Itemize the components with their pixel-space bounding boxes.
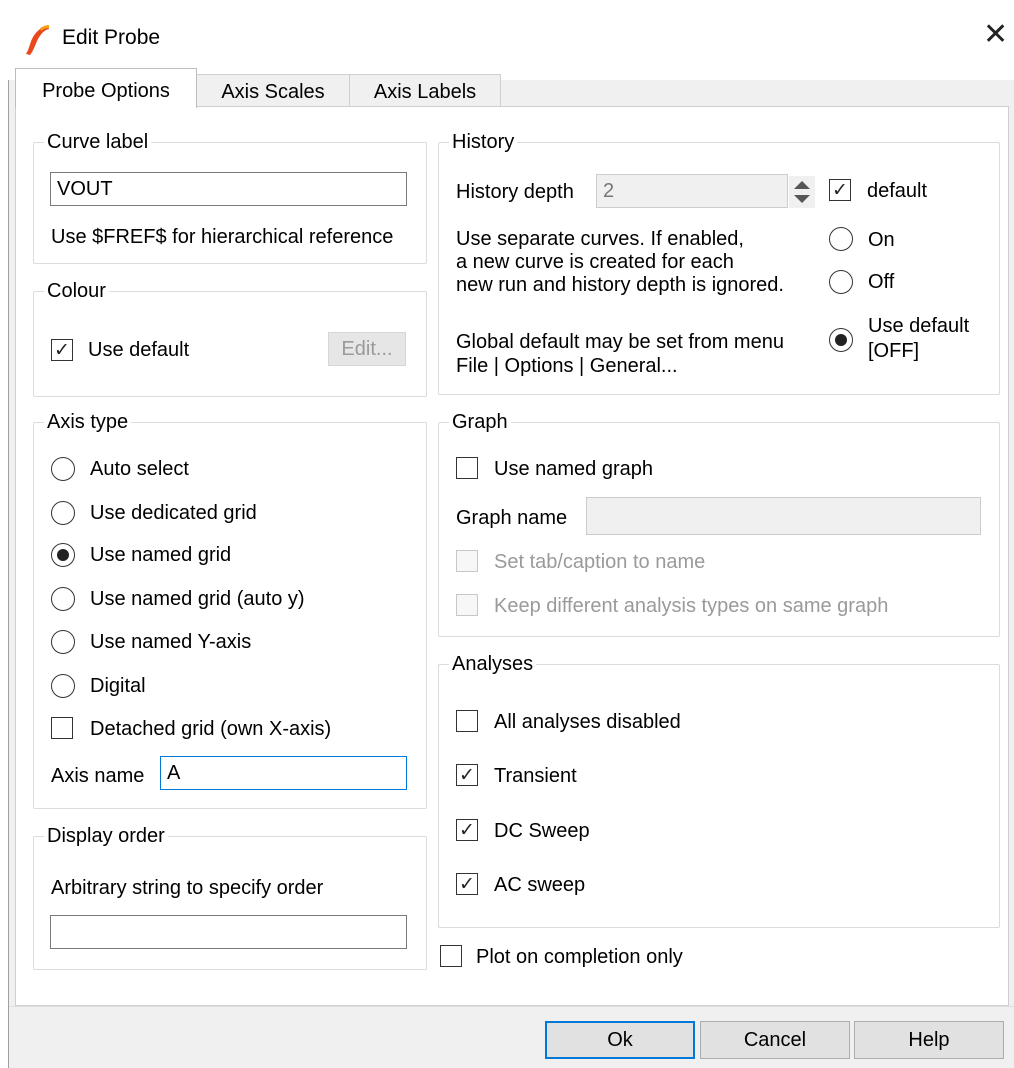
tab-probe-options[interactable]: Probe Options — [15, 68, 197, 108]
check-icon: ✓ — [54, 339, 70, 361]
radio-selected-dot — [57, 549, 69, 561]
all-analyses-disabled-checkbox[interactable] — [456, 710, 478, 732]
dc-sweep-label: DC Sweep — [494, 820, 590, 842]
display-order-input[interactable] — [50, 915, 407, 949]
tab-label: Axis Labels — [373, 81, 477, 103]
window-title: Edit Probe — [62, 26, 161, 49]
history-depth-spinner[interactable] — [789, 176, 815, 208]
keep-different-analysis-label: Keep different analysis types on same gr… — [494, 595, 889, 617]
history-default-label: default — [867, 180, 928, 202]
display-order-group: Display order — [33, 824, 427, 970]
use-named-graph-label: Use named graph — [494, 458, 653, 480]
graph-name-label: Graph name — [456, 507, 568, 529]
plot-on-completion-label: Plot on completion only — [476, 946, 683, 968]
graph-legend: Graph — [449, 410, 511, 434]
history-default-checkbox[interactable]: ✓ — [829, 179, 851, 201]
auto-select-radio[interactable] — [51, 457, 75, 481]
radio-selected-dot — [835, 334, 847, 346]
axis-name-label: Axis name — [51, 765, 145, 787]
use-named-y-axis-radio[interactable] — [51, 630, 75, 654]
use-dedicated-grid-label: Use dedicated grid — [90, 502, 257, 524]
separate-curves-line3: new run and history depth is ignored. — [456, 274, 784, 296]
display-order-hint: Arbitrary string to specify order — [51, 877, 324, 899]
global-default-line2: File | Options | General... — [456, 355, 678, 377]
separate-curves-line2: a new curve is created for each — [456, 251, 734, 273]
help-button[interactable]: Help — [854, 1021, 1004, 1059]
check-icon: ✓ — [832, 179, 848, 201]
history-use-default-line2: [OFF] — [868, 340, 920, 362]
check-icon: ✓ — [459, 764, 475, 786]
cancel-button[interactable]: Cancel — [700, 1021, 850, 1059]
all-analyses-disabled-label: All analyses disabled — [494, 711, 681, 733]
use-default-colour-label: Use default — [88, 339, 190, 361]
auto-select-label: Auto select — [90, 458, 189, 480]
use-default-colour-checkbox[interactable]: ✓ — [51, 339, 73, 361]
history-use-default-line1: Use default — [868, 315, 970, 337]
check-icon: ✓ — [459, 819, 475, 841]
ac-sweep-label: AC sweep — [494, 874, 586, 896]
tab-label: Probe Options — [42, 80, 170, 102]
ac-sweep-checkbox[interactable]: ✓ — [456, 873, 478, 895]
check-icon: ✓ — [459, 873, 475, 895]
history-use-default-radio[interactable] — [829, 328, 853, 352]
tab-axis-labels[interactable]: Axis Labels — [349, 74, 501, 106]
history-on-label: On — [868, 229, 895, 251]
display-order-legend: Display order — [44, 824, 168, 848]
history-off-radio[interactable] — [829, 270, 853, 294]
graph-name-input[interactable] — [586, 497, 981, 535]
tab-label: Axis Scales — [221, 81, 325, 103]
set-tab-caption-checkbox[interactable] — [456, 550, 478, 572]
close-icon[interactable]: ✕ — [983, 20, 1008, 50]
digital-radio[interactable] — [51, 674, 75, 698]
ok-button[interactable]: Ok — [545, 1021, 695, 1059]
transient-label: Transient — [494, 765, 577, 787]
detached-grid-checkbox[interactable] — [51, 717, 73, 739]
curve-label-legend: Curve label — [44, 130, 152, 154]
tab-axis-scales[interactable]: Axis Scales — [196, 74, 350, 106]
use-named-grid-auto-y-label: Use named grid (auto y) — [90, 588, 305, 610]
history-depth-label: History depth — [456, 181, 574, 203]
separate-curves-line1: Use separate curves. If enabled, — [456, 228, 744, 250]
dc-sweep-checkbox[interactable]: ✓ — [456, 819, 478, 841]
curve-label-hint: Use $FREF$ for hierarchical reference — [51, 226, 394, 248]
curve-label-input[interactable]: VOUT — [50, 172, 407, 206]
global-default-line1: Global default may be set from menu — [456, 331, 784, 353]
keep-different-analysis-checkbox[interactable] — [456, 594, 478, 616]
history-on-radio[interactable] — [829, 227, 853, 251]
plot-on-completion-checkbox[interactable] — [440, 945, 462, 967]
set-tab-caption-label: Set tab/caption to name — [494, 551, 706, 573]
digital-label: Digital — [90, 675, 146, 697]
use-named-grid-label: Use named grid — [90, 544, 232, 566]
history-legend: History — [449, 130, 518, 154]
use-named-grid-radio[interactable] — [51, 543, 75, 567]
history-off-label: Off — [868, 271, 895, 293]
axis-type-legend: Axis type — [44, 410, 132, 434]
use-dedicated-grid-radio[interactable] — [51, 501, 75, 525]
use-named-graph-checkbox[interactable] — [456, 457, 478, 479]
colour-legend: Colour — [44, 279, 109, 303]
history-depth-input[interactable]: 2 — [596, 174, 788, 208]
analyses-legend: Analyses — [449, 652, 537, 676]
edit-colour-button[interactable]: Edit... — [328, 332, 406, 366]
app-logo-icon — [26, 25, 49, 55]
transient-checkbox[interactable]: ✓ — [456, 764, 478, 786]
use-named-grid-auto-y-radio[interactable] — [51, 587, 75, 611]
axis-name-input[interactable]: A — [160, 756, 407, 790]
use-named-y-axis-label: Use named Y-axis — [90, 631, 252, 653]
detached-grid-label: Detached grid (own X-axis) — [90, 718, 332, 740]
